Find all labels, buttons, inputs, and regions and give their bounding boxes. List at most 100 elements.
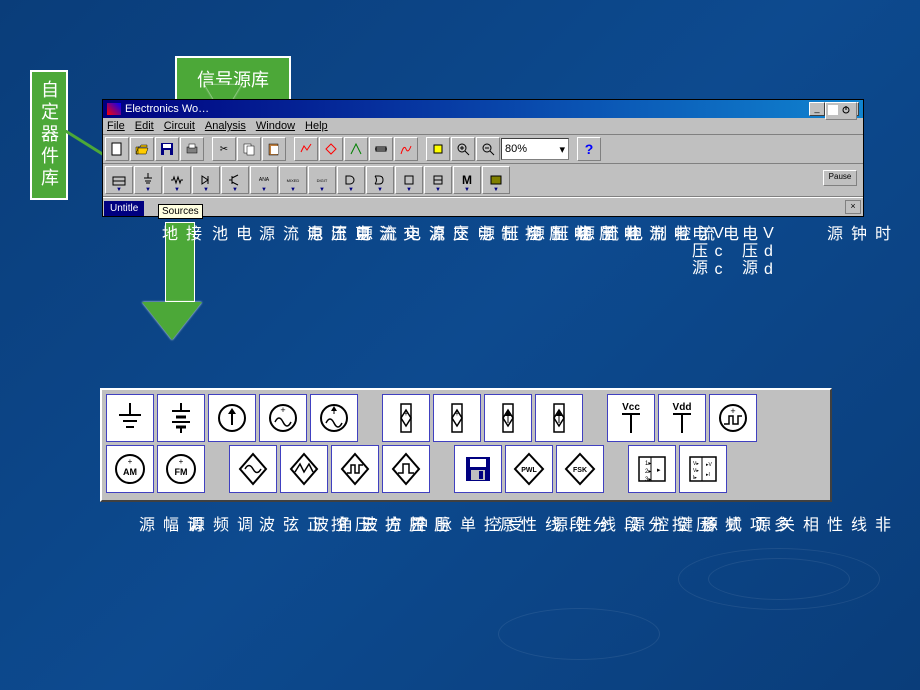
graph3-button[interactable] xyxy=(344,137,368,161)
component-toolbar: ANA MIXED DIGIT M Pause xyxy=(103,164,863,197)
ic1-lib-button[interactable] xyxy=(395,166,423,194)
copy-button[interactable] xyxy=(237,137,261,161)
vpwl-source-button[interactable]: PWL xyxy=(505,445,553,493)
battery-source-button[interactable] xyxy=(157,394,205,442)
save-button[interactable] xyxy=(155,137,179,161)
svg-text:V▸: V▸ xyxy=(693,461,699,467)
misc-m-button[interactable]: M xyxy=(453,166,481,194)
pwl-file-source-button[interactable] xyxy=(454,445,502,493)
svg-text:▸I: ▸I xyxy=(706,472,710,478)
mixed-lib-button[interactable]: MIXED xyxy=(279,166,307,194)
pause-button[interactable]: Pause xyxy=(823,170,857,186)
vcvs-source-button[interactable]: + xyxy=(382,394,430,442)
source-label: Vcc 电压源 xyxy=(685,225,727,279)
poly-source-button[interactable]: 1▸ 2▸ 3▸ ▸ xyxy=(628,445,676,493)
ac-current-source-button[interactable] xyxy=(310,394,358,442)
svg-text:+: + xyxy=(280,405,285,415)
graph1-button[interactable] xyxy=(294,137,318,161)
svg-text:Vcc: Vcc xyxy=(622,402,640,413)
cccs-source-button[interactable] xyxy=(535,394,583,442)
power-switch[interactable] xyxy=(825,102,857,120)
document-tab[interactable]: Untitle xyxy=(104,201,144,216)
zoom-value: 80% xyxy=(505,143,527,155)
source-label: 时钟源 xyxy=(820,225,892,242)
diode-lib-button[interactable] xyxy=(192,166,220,194)
clock-source-button[interactable]: + xyxy=(709,394,757,442)
menu-analysis[interactable]: Analysis xyxy=(205,120,246,132)
app-title: Electronics Wo… xyxy=(125,103,209,115)
vco-sq-source-button[interactable] xyxy=(331,445,379,493)
ac-voltage-source-button[interactable]: + xyxy=(259,394,307,442)
new-button[interactable] xyxy=(105,137,129,161)
basic-lib-button[interactable] xyxy=(163,166,191,194)
source-label: 调频源 xyxy=(182,516,254,533)
svg-text:▸: ▸ xyxy=(657,467,661,474)
gate2-lib-button[interactable] xyxy=(366,166,394,194)
am-source-button[interactable]: +AM xyxy=(106,445,154,493)
transistor-lib-button[interactable] xyxy=(221,166,249,194)
fm-source-button[interactable]: +FM xyxy=(157,445,205,493)
find-button[interactable] xyxy=(426,137,450,161)
app-window: Electronics Wo… _ ▢ × File Edit Circuit … xyxy=(102,99,864,217)
sources-palette: +++VccVdd+ +AM+FMPWLFSK1▸2▸3▸▸V▸V▸I▸▸V▸I xyxy=(100,388,832,502)
vcc-source-button[interactable]: Vcc xyxy=(607,394,655,442)
minimize-button[interactable]: _ xyxy=(809,102,825,116)
svg-text:3▸: 3▸ xyxy=(645,477,651,483)
ic2-lib-button[interactable] xyxy=(424,166,452,194)
vccs-source-button[interactable]: + xyxy=(433,394,481,442)
print-button[interactable] xyxy=(180,137,204,161)
custom-library-label: 自定器件库 xyxy=(30,70,68,200)
paste-button[interactable] xyxy=(262,137,286,161)
doc-close-button[interactable]: × xyxy=(845,200,861,214)
digital-lib-button[interactable]: DIGIT xyxy=(308,166,336,194)
menu-file[interactable]: File xyxy=(107,120,125,132)
svg-text:+: + xyxy=(404,409,409,418)
source-label: 非线性相关源 xyxy=(748,516,892,533)
svg-text:1▸: 1▸ xyxy=(645,461,651,467)
svg-text:FM: FM xyxy=(175,467,188,477)
svg-text:▸V: ▸V xyxy=(706,462,713,468)
zoom-combo[interactable]: 80% ▾ xyxy=(501,138,569,160)
zoom-out-button[interactable] xyxy=(476,137,500,161)
vdd-source-button[interactable]: Vdd xyxy=(658,394,706,442)
menu-circuit[interactable]: Circuit xyxy=(164,120,195,132)
open-button[interactable] xyxy=(130,137,154,161)
svg-text:+: + xyxy=(455,409,460,418)
pulse-source-button[interactable] xyxy=(382,445,430,493)
source-label: 电池 xyxy=(205,225,253,242)
bg-ripple xyxy=(708,558,850,600)
vco-tri-source-button[interactable] xyxy=(280,445,328,493)
app-icon xyxy=(107,103,121,115)
source-label: Vdd 电压源 xyxy=(735,225,777,279)
nonlinear-source-button[interactable]: V▸V▸I▸▸V▸I xyxy=(679,445,727,493)
svg-text:+: + xyxy=(179,457,184,466)
svg-text:PWL: PWL xyxy=(521,467,537,474)
chevron-down-icon: ▾ xyxy=(559,143,565,156)
menu-window[interactable]: Window xyxy=(256,120,295,132)
analysis-button[interactable] xyxy=(394,137,418,161)
svg-text:FSK: FSK xyxy=(573,467,587,474)
zoom-in-button[interactable] xyxy=(451,137,475,161)
titlebar: Electronics Wo… _ ▢ × xyxy=(103,100,863,118)
menu-edit[interactable]: Edit xyxy=(135,120,154,132)
sources-lib-button[interactable] xyxy=(134,166,162,194)
graph2-button[interactable] xyxy=(319,137,343,161)
indicator-lib-button[interactable] xyxy=(482,166,510,194)
svg-text:+: + xyxy=(730,406,735,416)
fsk-source-button[interactable]: FSK xyxy=(556,445,604,493)
cut-button[interactable]: ✂ xyxy=(212,137,236,161)
vco-sine-source-button[interactable] xyxy=(229,445,277,493)
menu-help[interactable]: Help xyxy=(305,120,328,132)
analog-lib-button[interactable]: ANA xyxy=(250,166,278,194)
graph4-button[interactable] xyxy=(369,137,393,161)
ccvs-source-button[interactable] xyxy=(484,394,532,442)
gate1-lib-button[interactable] xyxy=(337,166,365,194)
sources-tooltip: Sources xyxy=(158,204,203,219)
custom-lib-button[interactable] xyxy=(105,166,133,194)
ground-source-button[interactable] xyxy=(106,394,154,442)
dc-current-source-button[interactable] xyxy=(208,394,256,442)
help-button[interactable]: ? xyxy=(577,137,601,161)
standard-toolbar: ✂ 80% ▾ ? xyxy=(103,135,863,164)
svg-text:2▸: 2▸ xyxy=(645,469,651,475)
svg-text:AM: AM xyxy=(123,467,137,477)
